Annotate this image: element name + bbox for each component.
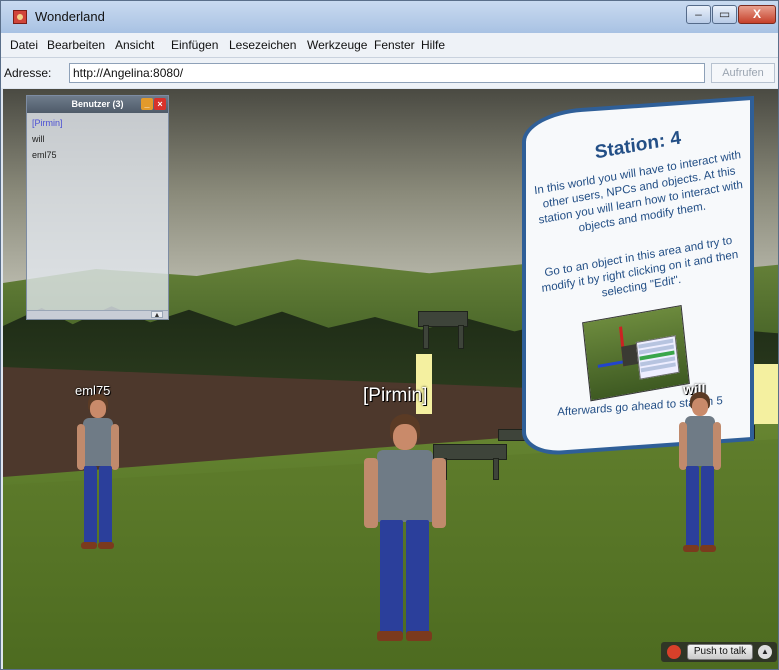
window-title: Wonderland: [35, 9, 105, 24]
avatar-eml75[interactable]: [73, 394, 123, 554]
close-button[interactable]: X: [738, 5, 776, 24]
users-panel: Benutzer (3) _ × [Pirmin] will eml75 ▲: [26, 95, 169, 320]
3d-viewport[interactable]: Benutzer (3) _ × [Pirmin] will eml75 ▲ S…: [3, 89, 778, 669]
go-button[interactable]: Aufrufen: [711, 63, 775, 83]
avatar-pirmin[interactable]: [360, 414, 450, 644]
avatar-will[interactable]: [676, 392, 724, 557]
menu-bar: Datei Bearbeiten Ansicht Einfügen Leseze…: [1, 33, 778, 58]
menu-bearbeiten[interactable]: Bearbeiten: [47, 38, 105, 52]
app-window: Wonderland – ▭ X Datei Bearbeiten Ansich…: [0, 0, 779, 670]
menu-hilfe[interactable]: Hilfe: [421, 38, 445, 52]
microphone-icon[interactable]: [667, 645, 681, 659]
push-to-talk-button[interactable]: Push to talk: [687, 644, 753, 660]
panel-minimize-button[interactable]: _: [141, 98, 153, 110]
minimize-button[interactable]: –: [686, 5, 711, 24]
user-item[interactable]: eml75: [32, 150, 57, 160]
title-bar[interactable]: Wonderland – ▭ X: [1, 1, 778, 33]
app-logo-icon: [13, 10, 27, 24]
avatar-nametag: [Pirmin]: [363, 385, 428, 406]
user-item[interactable]: [Pirmin]: [32, 118, 63, 128]
user-item[interactable]: will: [32, 134, 45, 144]
sign-screenshot-image: [582, 304, 690, 402]
menu-datei[interactable]: Datei: [10, 38, 38, 52]
maximize-button[interactable]: ▭: [712, 5, 737, 24]
panel-close-button[interactable]: ×: [154, 98, 166, 110]
menu-fenster[interactable]: Fenster: [374, 38, 415, 52]
sign-paragraph: Go to an object in this area and try to …: [541, 234, 739, 300]
panel-scrollbar[interactable]: ▲: [27, 310, 168, 319]
address-label: Adresse:: [4, 66, 52, 80]
menu-lesezeichen[interactable]: Lesezeichen: [229, 38, 296, 52]
yellow-post: [751, 364, 778, 424]
bench-leg: [423, 325, 429, 349]
context-menu-icon: [635, 335, 680, 380]
address-input[interactable]: http://Angelina:8080/: [69, 63, 705, 83]
panel-scroll-up-button[interactable]: ▲: [151, 311, 163, 319]
bench-leg: [493, 458, 499, 480]
menu-werkzeuge[interactable]: Werkzeuge: [307, 38, 367, 52]
address-bar: Adresse: http://Angelina:8080/ Aufrufen: [1, 58, 778, 88]
expand-arrow-icon[interactable]: ▲: [758, 645, 772, 659]
bench-leg: [458, 325, 464, 349]
menu-einfuegen[interactable]: Einfügen: [171, 38, 218, 52]
voice-bar: Push to talk ▲: [661, 642, 777, 662]
menu-ansicht[interactable]: Ansicht: [115, 38, 154, 52]
